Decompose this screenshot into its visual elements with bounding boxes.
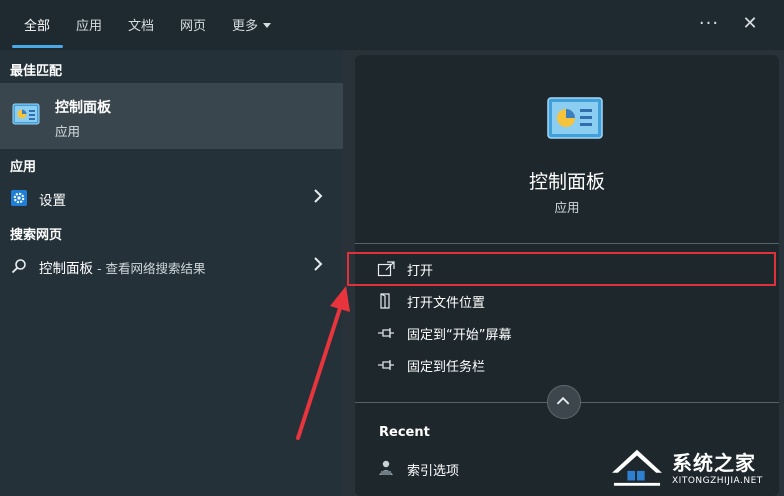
watermark: 系统之家 XITONGZHIJIA.NET [606, 440, 784, 496]
tab-apps[interactable]: 应用 [76, 15, 102, 34]
action-open-file-location[interactable]: 打开文件位置 [355, 285, 779, 317]
watermark-text: 系统之家 [672, 451, 756, 475]
file-location-icon [380, 293, 390, 309]
action-open-file-location-label: 打开文件位置 [407, 296, 486, 311]
annotation-arrow-icon [296, 286, 350, 440]
best-match-subtitle: 应用 [55, 124, 81, 139]
tab-all[interactable]: 全部 [24, 15, 50, 34]
result-settings[interactable]: 设置 [0, 182, 343, 214]
indexing-options-icon [379, 460, 393, 475]
best-match-title: 控制面板 [55, 100, 111, 116]
best-match-header: 最佳匹配 [10, 64, 63, 79]
best-match-result[interactable]: 控制面板 应用 [0, 83, 343, 149]
divider [355, 243, 779, 244]
detail-subtitle: 应用 [554, 200, 580, 215]
result-web-search[interactable]: 控制面板 - 查看网络搜索结果 [0, 250, 343, 282]
chevron-right-icon [314, 189, 323, 203]
tab-web[interactable]: 网页 [180, 15, 206, 34]
detail-title: 控制面板 [528, 171, 605, 193]
web-query: 控制面板 [39, 261, 93, 277]
recent-item-label: 索引选项 [407, 464, 460, 479]
action-pin-start[interactable]: 固定到“开始”屏幕 [355, 317, 779, 349]
chevron-down-icon [263, 23, 272, 28]
web-query-suffix: - 查看网络搜索结果 [93, 261, 206, 276]
highlight-box [347, 252, 776, 286]
action-pin-start-label: 固定到“开始”屏幕 [407, 328, 512, 343]
search-icon [11, 259, 26, 274]
active-tab-indicator [12, 45, 63, 48]
control-panel-icon [12, 103, 40, 125]
web-header: 搜索网页 [10, 228, 63, 243]
recent-header: Recent [379, 425, 430, 440]
chevron-up-icon [556, 396, 570, 405]
search-tab-bar: 全部 应用 文档 网页 更多 ··· ✕ [0, 0, 784, 50]
tab-more[interactable]: 更多 [232, 15, 272, 34]
control-panel-icon [547, 97, 603, 139]
watermark-url: XITONGZHIJIA.NET [672, 476, 763, 486]
collapse-button[interactable] [547, 385, 581, 419]
chevron-right-icon [314, 257, 323, 271]
watermark-logo-icon [612, 449, 662, 486]
tab-documents[interactable]: 文档 [128, 15, 154, 34]
apps-header: 应用 [10, 160, 37, 175]
action-pin-taskbar[interactable]: 固定到任务栏 [355, 349, 779, 381]
tab-more-label: 更多 [232, 19, 259, 34]
pin-icon [378, 328, 394, 338]
result-settings-label: 设置 [39, 193, 66, 209]
ellipsis-icon[interactable]: ··· [697, 12, 721, 36]
pin-icon [378, 360, 394, 370]
close-icon[interactable]: ✕ [738, 12, 762, 36]
result-web-label: 控制面板 - 查看网络搜索结果 [39, 257, 205, 277]
action-pin-taskbar-label: 固定到任务栏 [407, 360, 486, 375]
gear-icon [11, 190, 27, 206]
